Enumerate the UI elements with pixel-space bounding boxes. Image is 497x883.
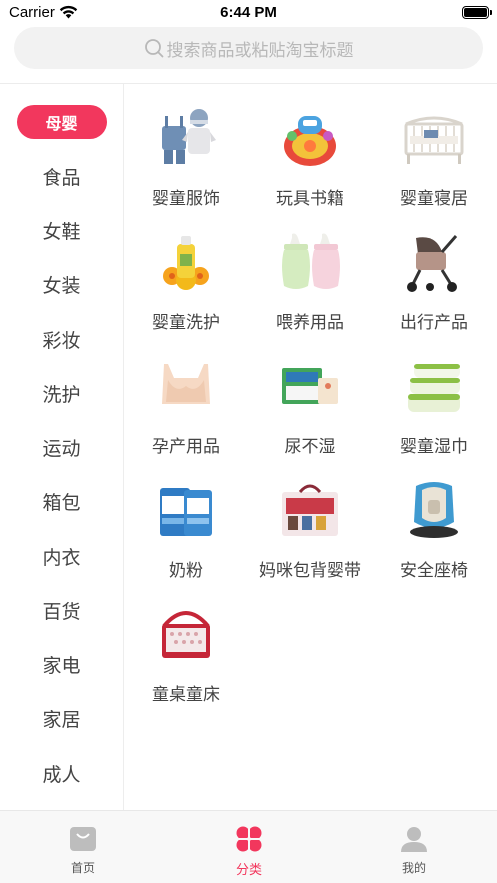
category-label: 婴童洗护 bbox=[152, 313, 220, 332]
category-cell[interactable]: 玩具书籍 bbox=[248, 84, 372, 208]
category-label: 婴童湿巾 bbox=[400, 437, 468, 456]
sidebar-item-label: 运动 bbox=[42, 438, 81, 460]
profile-icon bbox=[401, 827, 427, 852]
crib-icon bbox=[404, 116, 464, 164]
category-label: 婴童服饰 bbox=[152, 189, 220, 208]
category-cell[interactable]: 童桌童床 bbox=[124, 580, 248, 704]
milk-powder-icon bbox=[160, 488, 212, 536]
battery-icon bbox=[462, 6, 489, 19]
sidebar-item-label: 家电 bbox=[42, 655, 81, 677]
sidebar-item-makeup[interactable]: 彩妆 bbox=[0, 319, 123, 359]
tab-label: 我的 bbox=[401, 861, 426, 875]
tab-label: 首页 bbox=[70, 861, 95, 875]
baby-wash-icon bbox=[163, 236, 209, 290]
tab-label: 分类 bbox=[235, 862, 262, 877]
toy-icon bbox=[284, 116, 336, 166]
status-bar: Carrier 6:44 PM bbox=[0, 0, 497, 26]
category-cell[interactable]: 喂养用品 bbox=[248, 208, 372, 332]
category-cell[interactable]: 妈咪包背婴带 bbox=[248, 456, 372, 580]
category-cell[interactable]: 尿不湿 bbox=[248, 332, 372, 456]
wet-wipes-icon bbox=[408, 364, 460, 412]
category-label: 奶粉 bbox=[169, 561, 203, 580]
category-cell[interactable]: 婴童寝居 bbox=[372, 84, 496, 208]
sidebar-item-label: 家居 bbox=[42, 709, 81, 731]
sidebar-item-wash-care[interactable]: 洗护 bbox=[0, 373, 123, 413]
sidebar-item-womens-wear[interactable]: 女装 bbox=[0, 264, 123, 304]
car-seat-icon bbox=[410, 482, 458, 538]
category-cell[interactable]: 婴童湿巾 bbox=[372, 332, 496, 456]
sidebar-item-label: 女鞋 bbox=[42, 221, 81, 243]
category-cell[interactable]: 孕产用品 bbox=[124, 332, 248, 456]
category-sidebar: 母婴 食品 女鞋 女装 彩妆 洗护 运动 箱包 内衣 百货 家电 家居 成人 bbox=[0, 84, 124, 810]
category-label: 喂养用品 bbox=[276, 313, 344, 332]
sidebar-item-label: 百货 bbox=[42, 601, 81, 623]
sidebar-item-label: 母婴 bbox=[16, 105, 107, 139]
category-label: 出行产品 bbox=[400, 313, 468, 332]
sidebar-item-bags[interactable]: 箱包 bbox=[0, 481, 123, 521]
category-cell[interactable]: 奶粉 bbox=[124, 456, 248, 580]
home-bag-icon bbox=[70, 827, 96, 851]
category-label: 玩具书籍 bbox=[276, 189, 344, 208]
sidebar-item-label: 彩妆 bbox=[42, 330, 81, 352]
sidebar-item-muying[interactable]: 母婴 bbox=[0, 102, 123, 142]
diaper-icon bbox=[282, 368, 338, 404]
category-label: 妈咪包背婴带 bbox=[259, 561, 361, 580]
category-cell[interactable]: 出行产品 bbox=[372, 208, 496, 332]
sidebar-item-adult[interactable]: 成人 bbox=[0, 753, 123, 793]
tab-profile[interactable]: 我的 bbox=[331, 811, 497, 883]
category-label: 童桌童床 bbox=[152, 685, 220, 704]
sidebar-item-label: 洗护 bbox=[42, 384, 81, 406]
sidebar-item-general-goods[interactable]: 百货 bbox=[0, 590, 123, 630]
bottom-tab-bar: 首页 分类 我的 bbox=[0, 810, 497, 883]
sidebar-item-label: 女装 bbox=[42, 275, 81, 297]
feeding-bottle-icon bbox=[282, 233, 340, 289]
search-icon bbox=[144, 39, 163, 58]
category-label: 尿不湿 bbox=[284, 437, 336, 456]
category-cell[interactable]: 安全座椅 bbox=[372, 456, 496, 580]
sidebar-item-label: 箱包 bbox=[42, 492, 81, 514]
sidebar-item-womens-shoes[interactable]: 女鞋 bbox=[0, 210, 123, 250]
tab-home[interactable]: 首页 bbox=[0, 811, 166, 883]
search-placeholder: 搜索商品或粘贴淘宝标题 bbox=[166, 40, 354, 60]
battery-tip bbox=[490, 10, 492, 15]
tab-category[interactable]: 分类 bbox=[166, 811, 332, 883]
maternity-bra-icon bbox=[162, 364, 210, 404]
diaper-bag-icon bbox=[282, 484, 338, 536]
category-label: 安全座椅 bbox=[400, 561, 468, 580]
play-yard-icon bbox=[162, 611, 210, 658]
sidebar-item-label: 食品 bbox=[42, 167, 81, 189]
subcategory-grid: 婴童服饰 玩具书籍 婴童寝居 婴童洗护 喂养用品 出行产品 孕产用品 尿不湿 婴… bbox=[124, 84, 497, 810]
sidebar-item-label: 成人 bbox=[42, 764, 81, 786]
category-label: 婴童寝居 bbox=[400, 189, 468, 208]
category-cell[interactable]: 婴童洗护 bbox=[124, 208, 248, 332]
category-cell[interactable]: 婴童服饰 bbox=[124, 84, 248, 208]
sidebar-item-label: 内衣 bbox=[42, 547, 81, 569]
sidebar-item-underwear[interactable]: 内衣 bbox=[0, 536, 123, 576]
sidebar-item-food[interactable]: 食品 bbox=[0, 156, 123, 196]
baby-clothes-icon bbox=[162, 109, 216, 164]
clock: 6:44 PM bbox=[220, 4, 277, 21]
sidebar-item-appliances[interactable]: 家电 bbox=[0, 644, 123, 684]
sidebar-item-home[interactable]: 家居 bbox=[0, 698, 123, 738]
sidebar-item-sports[interactable]: 运动 bbox=[0, 427, 123, 467]
category-clover-icon bbox=[235, 825, 263, 853]
category-label: 孕产用品 bbox=[152, 437, 220, 456]
search-input[interactable]: 搜索商品或粘贴淘宝标题 bbox=[14, 27, 483, 69]
stroller-icon bbox=[407, 235, 458, 292]
